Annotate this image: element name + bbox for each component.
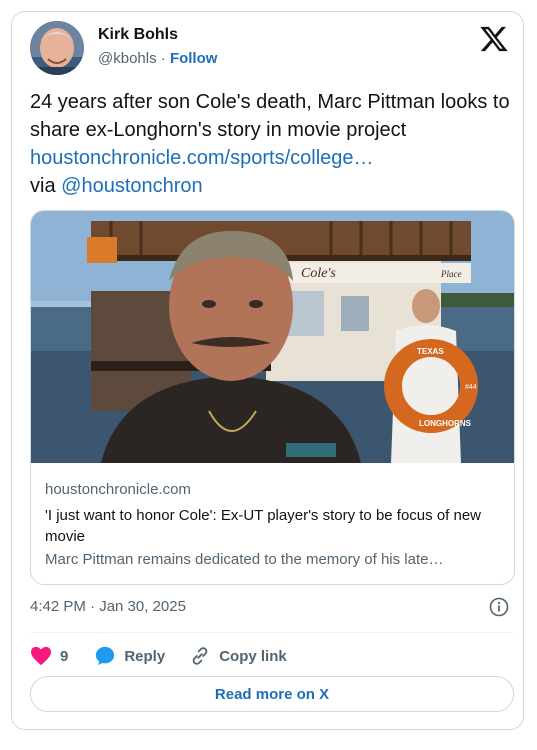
author-name[interactable]: Kirk Bohls xyxy=(98,26,178,44)
life-ring-top-text: TEXAS xyxy=(417,347,444,356)
separator-dot: · xyxy=(160,50,166,67)
copy-link-button[interactable]: Copy link xyxy=(189,645,287,667)
reply-button[interactable]: Reply xyxy=(94,645,165,667)
divider xyxy=(30,632,514,633)
copy-link-label: Copy link xyxy=(219,647,287,665)
author-avatar[interactable] xyxy=(30,21,84,75)
via-label: via xyxy=(30,175,56,197)
tweet-link[interactable]: houstonchronicle.com/sports/college… xyxy=(30,147,374,169)
photo-sign-sub: Place xyxy=(440,269,462,279)
mention-link[interactable]: @houstonchron xyxy=(61,175,203,197)
x-logo-icon[interactable] xyxy=(479,24,509,54)
author-handle[interactable]: @kbohls xyxy=(98,50,157,67)
life-ring-bottom-text: LONGHORNS xyxy=(419,419,472,428)
read-more-button[interactable]: Read more on X xyxy=(30,676,514,712)
link-chain-icon xyxy=(192,647,208,665)
photo-sign-text: Cole's xyxy=(301,266,336,281)
like-button[interactable]: 9 xyxy=(30,646,68,666)
link-description: Marc Pittman remains dedicated to the me… xyxy=(45,551,444,568)
follow-link[interactable]: Follow xyxy=(170,50,218,67)
author-handle-row: @kbohls · Follow xyxy=(98,50,217,67)
tweet-embed-card: Kirk Bohls @kbohls · Follow 24 years aft… xyxy=(11,11,524,730)
tweet-text: 24 years after son Cole's death, Marc Pi… xyxy=(30,88,514,200)
tweet-body: 24 years after son Cole's death, Marc Pi… xyxy=(30,91,510,141)
reply-label: Reply xyxy=(124,647,166,665)
link-title: 'I just want to honor Cole': Ex-UT playe… xyxy=(45,507,482,545)
link-preview-card[interactable]: Cole's Place TEXAS LONGHORNS #44 houston… xyxy=(30,210,515,585)
tweet-timestamp[interactable]: 4:42 PM · Jan 30, 2025 xyxy=(30,598,186,615)
reply-bubble-icon xyxy=(96,646,115,666)
article-photo: Cole's Place TEXAS LONGHORNS #44 xyxy=(31,211,514,463)
action-bar: 9 Reply Copy link xyxy=(30,644,287,668)
info-icon[interactable] xyxy=(489,597,509,617)
life-ring-number: #44 xyxy=(465,384,477,391)
heart-icon xyxy=(31,646,51,666)
link-domain: houstonchronicle.com xyxy=(45,481,191,498)
like-count: 9 xyxy=(60,647,69,665)
